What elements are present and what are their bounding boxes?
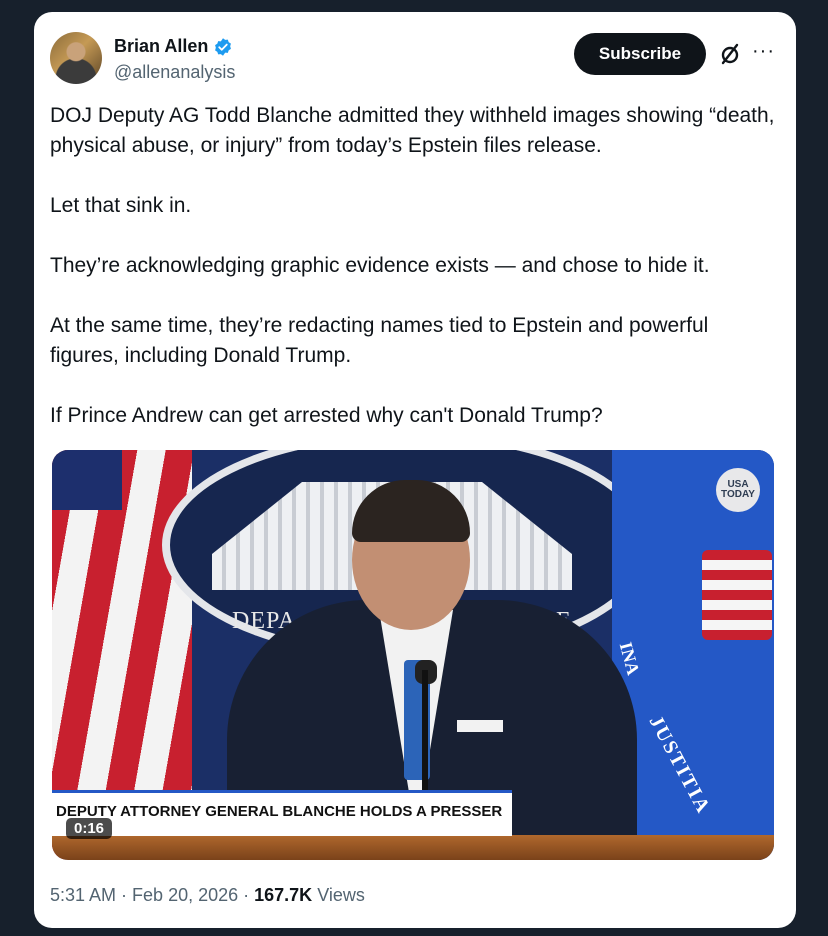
usa-today-logo-line2: TODAY [721, 489, 755, 500]
avatar[interactable] [50, 32, 102, 84]
video-duration-badge: 0:16 [66, 818, 113, 839]
author-name-row: Brian Allen [114, 36, 233, 57]
tweet-meta: 5:31 AM · Feb 20, 2026 · 167.7K Views [50, 885, 365, 906]
grok-slash-circle-icon[interactable] [718, 42, 742, 66]
us-flag-canton [52, 450, 122, 510]
tweet-card: Brian Allen @allenanalysis Subscribe ···… [34, 12, 796, 928]
tweet-paragraph: Let that sink in. [50, 194, 192, 217]
tweet-paragraph: They’re acknowledging graphic evidence e… [50, 254, 710, 277]
tweet-paragraph: At the same time, they’re redacting name… [50, 314, 709, 367]
verified-badge-icon [215, 37, 232, 56]
podium [52, 835, 774, 860]
author-name[interactable]: Brian Allen [114, 36, 208, 57]
post-date[interactable]: Feb 20, 2026 [132, 885, 238, 906]
usa-today-logo: USA TODAY [716, 468, 760, 512]
tweet-text: DOJ Deputy AG Todd Blanche admitted they… [50, 101, 780, 431]
speaker-pocket-square [457, 720, 503, 732]
views-count[interactable]: 167.7K [254, 885, 312, 906]
doj-flag-shield [702, 550, 772, 640]
views-label: Views [312, 885, 365, 905]
meta-separator: · [238, 885, 255, 905]
author-handle[interactable]: @allenanalysis [114, 62, 235, 83]
tweet-paragraph: DOJ Deputy AG Todd Blanche admitted they… [50, 104, 775, 157]
post-time[interactable]: 5:31 AM [50, 885, 116, 906]
lower-third-caption: DEPUTY ATTORNEY GENERAL BLANCHE HOLDS A … [56, 803, 503, 820]
meta-separator: · [116, 885, 133, 905]
microphone-stand [422, 670, 428, 800]
more-ellipsis-icon[interactable]: ··· [752, 40, 775, 63]
video-player[interactable]: DEPA CE INA JUSTITIA USA TODAY DEPUTY AT… [52, 450, 774, 860]
lower-third-banner: DEPUTY ATTORNEY GENERAL BLANCHE HOLDS A … [52, 790, 512, 836]
tweet-paragraph: If Prince Andrew can get arrested why ca… [50, 404, 603, 427]
subscribe-button[interactable]: Subscribe [574, 33, 706, 75]
